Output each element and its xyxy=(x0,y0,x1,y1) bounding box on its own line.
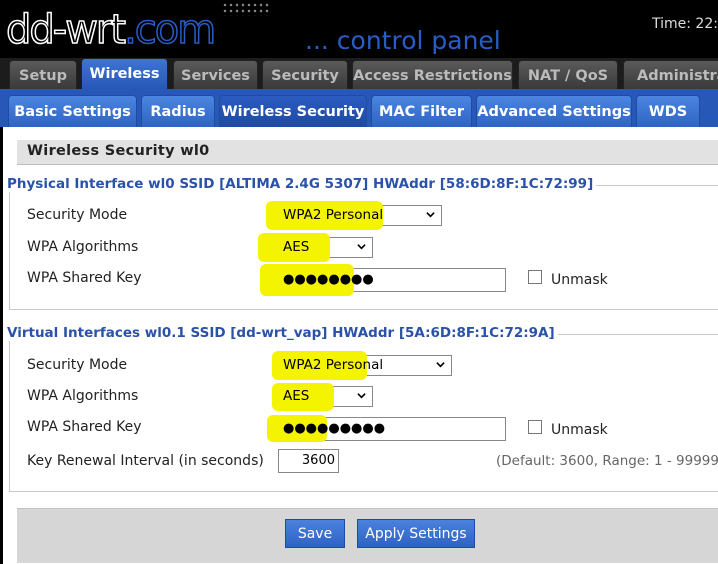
decorative-dots xyxy=(222,2,270,16)
key-renewal-label: Key Renewal Interval (in seconds) xyxy=(27,453,264,469)
sub-tab-bar: Basic Settings Radius Wireless Security … xyxy=(0,89,718,127)
physical-interface-legend: Physical Interface wl0 SSID [ALTIMA 2.4G… xyxy=(7,176,597,192)
chevron-down-icon xyxy=(357,393,366,399)
save-button[interactable]: Save xyxy=(285,519,345,548)
apply-settings-button[interactable]: Apply Settings xyxy=(357,519,475,548)
subtab-wds[interactable]: WDS xyxy=(636,95,700,127)
virtual-interface-fieldset: Virtual Interfaces wl0.1 SSID [dd-wrt_va… xyxy=(7,325,718,492)
header-banner: dd-wrt.com ... control panel Time: 22:0 xyxy=(0,0,718,58)
tab-administration[interactable]: Administrat xyxy=(623,60,718,89)
main-tab-bar: Setup Wireless Services Security Access … xyxy=(0,58,718,89)
dd-wrt-logo: dd-wrt.com xyxy=(5,6,217,54)
unmask-checkbox[interactable] xyxy=(528,420,542,434)
unmask-label: Unmask xyxy=(551,422,608,438)
wpa-shared-key-value: ●●●●●●●● xyxy=(283,272,374,287)
tab-security[interactable]: Security xyxy=(262,60,348,89)
chevron-down-icon xyxy=(436,362,445,368)
time-display: Time: 22:0 xyxy=(652,16,718,32)
physical-interface-fieldset: Physical Interface wl0 SSID [ALTIMA 2.4G… xyxy=(7,176,718,310)
tab-services[interactable]: Services xyxy=(173,60,258,89)
virtual-interface-legend: Virtual Interfaces wl0.1 SSID [dd-wrt_va… xyxy=(7,325,558,341)
key-renewal-hint: (Default: 3600, Range: 1 - 99999) xyxy=(496,453,718,469)
security-mode-label: Security Mode xyxy=(27,357,128,373)
control-panel-tagline: ... control panel xyxy=(305,26,501,55)
tab-nat-qos[interactable]: NAT / QoS xyxy=(518,60,618,89)
key-renewal-value: 3600 xyxy=(301,453,335,468)
section-title: Wireless Security wl0 xyxy=(27,143,210,159)
button-bar: Save Apply Settings xyxy=(17,508,718,563)
security-mode-select[interactable]: WPA2 Personal xyxy=(279,205,442,226)
subtab-radius[interactable]: Radius xyxy=(141,95,215,127)
wpa-shared-key-label: WPA Shared Key xyxy=(27,270,142,286)
security-mode-select[interactable]: WPA2 Personal xyxy=(279,355,452,376)
subtab-basic-settings[interactable]: Basic Settings xyxy=(8,95,137,127)
logo-text-main: dd-wrt xyxy=(5,6,127,54)
tab-wireless[interactable]: Wireless xyxy=(81,58,168,89)
wpa-shared-key-label: WPA Shared Key xyxy=(27,419,142,435)
chevron-down-icon xyxy=(357,244,366,250)
main-content: Wireless Security wl0 Physical Interface… xyxy=(3,127,718,564)
security-mode-value: WPA2 Personal xyxy=(283,207,384,223)
tab-access-restrictions[interactable]: Access Restrictions xyxy=(352,60,513,89)
section-header: Wireless Security wl0 xyxy=(17,140,718,165)
wpa-algorithms-value: AES xyxy=(283,239,310,255)
logo-text-domain: .com xyxy=(123,6,217,54)
unmask-label: Unmask xyxy=(551,272,608,288)
wpa-algorithms-label: WPA Algorithms xyxy=(27,388,139,404)
security-mode-label: Security Mode xyxy=(27,207,128,223)
subtab-advanced-settings[interactable]: Advanced Settings xyxy=(476,95,632,127)
wpa-algorithms-value: AES xyxy=(283,388,310,404)
wpa-algorithms-label: WPA Algorithms xyxy=(27,239,139,255)
subtab-mac-filter[interactable]: MAC Filter xyxy=(371,95,472,127)
tab-setup[interactable]: Setup xyxy=(9,60,77,89)
chevron-down-icon xyxy=(426,212,435,218)
key-renewal-input[interactable]: 3600 xyxy=(278,449,339,473)
security-mode-value: WPA2 Personal xyxy=(283,357,384,373)
unmask-checkbox[interactable] xyxy=(528,270,542,284)
subtab-wireless-security[interactable]: Wireless Security xyxy=(219,95,367,127)
wpa-shared-key-value: ●●●●●●●●● xyxy=(283,421,386,436)
